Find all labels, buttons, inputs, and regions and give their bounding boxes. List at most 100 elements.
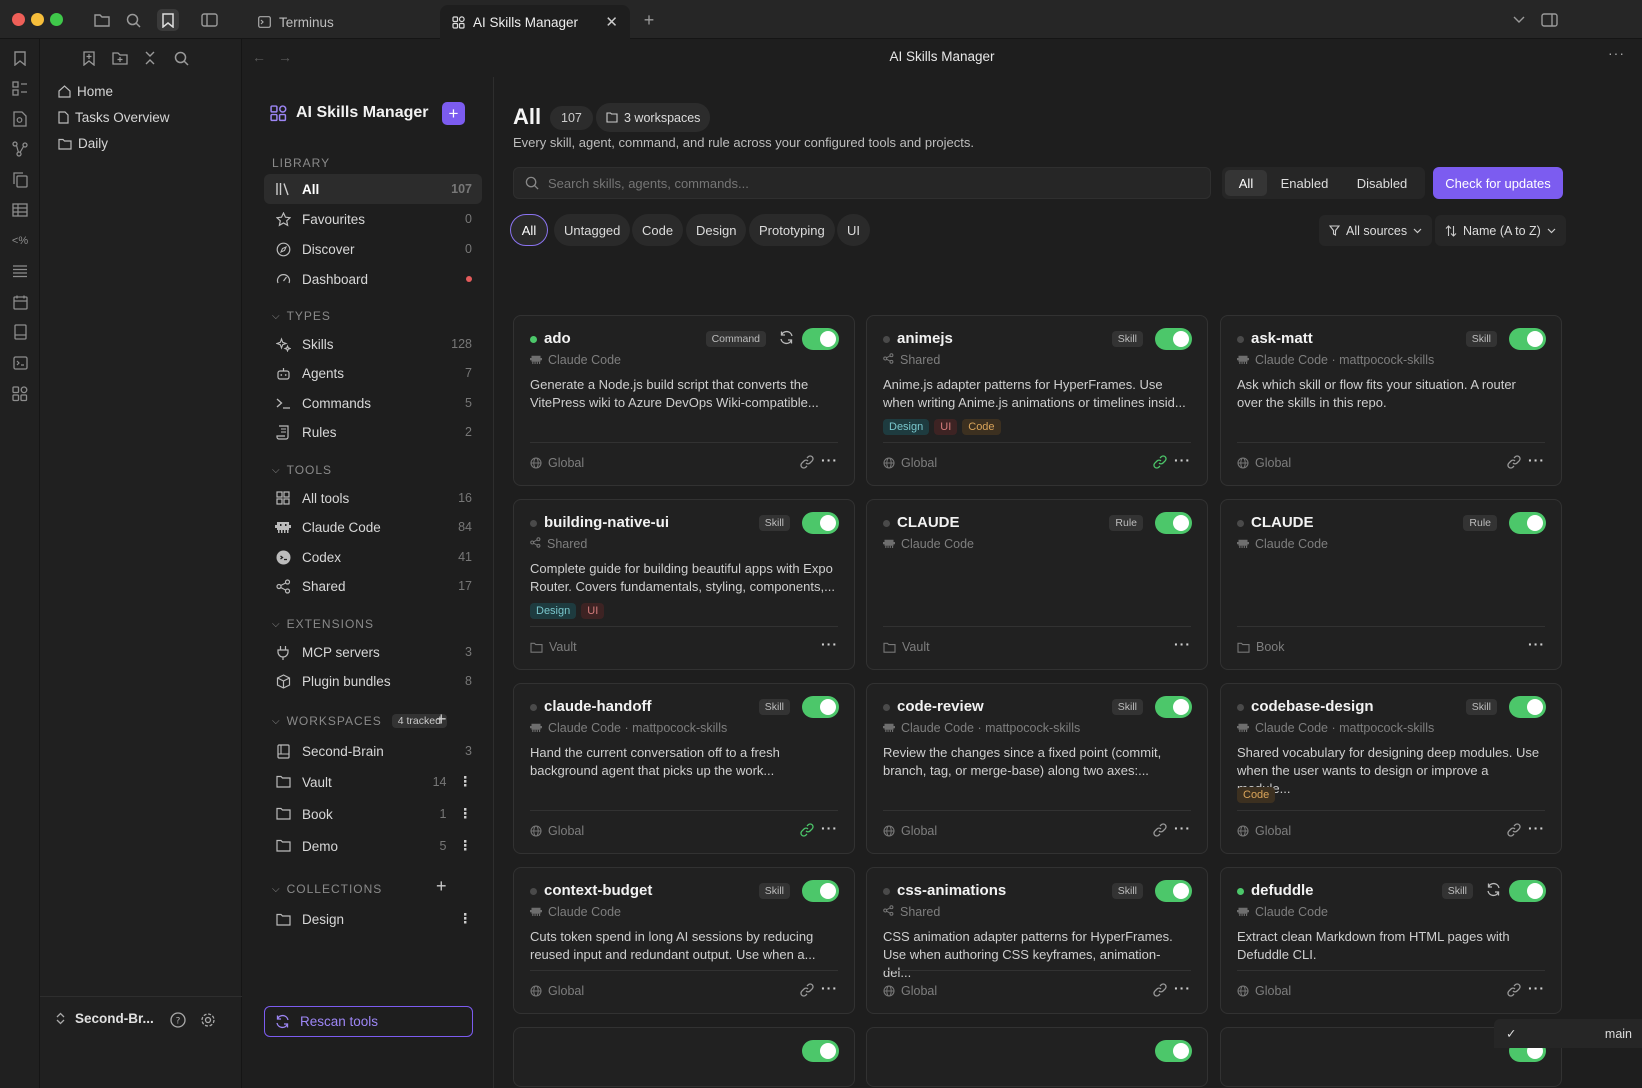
link-icon[interactable] bbox=[1153, 823, 1167, 840]
collapse-all-icon[interactable] bbox=[139, 47, 161, 69]
section-tools[interactable]: ⌵ TOOLS bbox=[272, 463, 332, 477]
new-folder-icon[interactable] bbox=[109, 47, 131, 69]
new-note-icon[interactable] bbox=[78, 47, 100, 69]
sidebar-item-dashboard[interactable]: Dashboard bbox=[264, 264, 482, 294]
skill-card[interactable]: context-budget Skill Claude Code Cuts to… bbox=[513, 867, 855, 1014]
enable-toggle[interactable] bbox=[802, 696, 839, 718]
skill-card[interactable]: animejs Skill Shared Anime.js adapter pa… bbox=[866, 315, 1208, 486]
tag-filter-untagged[interactable]: Untagged bbox=[554, 214, 631, 246]
search-input[interactable] bbox=[548, 175, 1168, 191]
section-collections[interactable]: ⌵ COLLECTIONS bbox=[272, 882, 382, 896]
sidebar-item-workspace-book[interactable]: Book 1 ⋮ bbox=[264, 799, 482, 829]
page-icon[interactable] bbox=[9, 321, 31, 343]
vault-switcher[interactable]: Second-Br... bbox=[56, 1011, 154, 1026]
tag-filter-prototyping[interactable]: Prototyping bbox=[749, 214, 835, 246]
sidebar-item-rules[interactable]: Rules 2 bbox=[264, 417, 482, 447]
chevron-down-icon[interactable] bbox=[1508, 9, 1530, 31]
sidebar-item-claude-code[interactable]: Claude Code 84 bbox=[264, 512, 482, 542]
enable-toggle[interactable] bbox=[1155, 328, 1192, 350]
bookmark-icon[interactable] bbox=[9, 47, 31, 69]
folder-item-daily[interactable]: Daily bbox=[58, 136, 108, 151]
more-options-icon[interactable]: ··· bbox=[1528, 636, 1545, 652]
add-collection-icon[interactable]: + bbox=[436, 876, 447, 897]
close-window-button[interactable] bbox=[12, 13, 25, 26]
link-icon[interactable] bbox=[1507, 455, 1521, 472]
link-icon[interactable] bbox=[1507, 983, 1521, 1000]
more-options-icon[interactable]: ··· bbox=[1528, 820, 1545, 836]
skill-card[interactable]: defuddle Skill Claude Code Extract clean… bbox=[1220, 867, 1562, 1014]
skill-card[interactable]: ask-matt Skill Claude Code · mattpocock-… bbox=[1220, 315, 1562, 486]
add-skill-button[interactable]: + bbox=[442, 102, 465, 125]
sync-check-icon[interactable]: ✓ bbox=[1506, 1026, 1516, 1041]
calendar-icon[interactable] bbox=[9, 291, 31, 313]
search-icon[interactable] bbox=[122, 9, 144, 31]
section-workspaces[interactable]: ⌵ WORKSPACES 4 tracked bbox=[272, 714, 447, 728]
kebab-menu-icon[interactable]: ⋮ bbox=[459, 838, 473, 854]
enable-toggle[interactable] bbox=[1509, 880, 1546, 902]
skill-card[interactable]: building-native-ui Skill Shared Complete… bbox=[513, 499, 855, 670]
right-sidebar-icon[interactable] bbox=[1538, 9, 1560, 31]
more-options-icon[interactable]: ··· bbox=[821, 636, 838, 652]
skill-card[interactable]: css-animations Skill Shared CSS animatio… bbox=[866, 867, 1208, 1014]
sidebar-item-commands[interactable]: Commands 5 bbox=[264, 388, 482, 418]
table-icon[interactable] bbox=[9, 199, 31, 221]
sync-icon[interactable] bbox=[779, 330, 794, 348]
enable-toggle[interactable] bbox=[802, 1040, 839, 1062]
sidebar-item-workspace-vault[interactable]: Vault 14 ⋮ bbox=[264, 767, 482, 797]
skill-card[interactable]: CLAUDE Rule Claude Code Vault ··· bbox=[866, 499, 1208, 670]
tab-ai-skills-manager[interactable]: AI Skills Manager ✕ bbox=[440, 5, 630, 39]
enable-toggle[interactable] bbox=[802, 512, 839, 534]
enable-toggle[interactable] bbox=[1155, 696, 1192, 718]
maximize-window-button[interactable] bbox=[50, 13, 63, 26]
more-options-icon[interactable]: ··· bbox=[1174, 820, 1191, 836]
sidebar-item-discover[interactable]: Discover 0 bbox=[264, 234, 482, 264]
skill-card-partial[interactable] bbox=[866, 1027, 1208, 1087]
percent-code-icon[interactable]: <% bbox=[9, 230, 31, 252]
status-filter-enabled[interactable]: Enabled bbox=[1267, 170, 1342, 196]
list-icon[interactable] bbox=[9, 260, 31, 282]
sidebar-item-collection-design[interactable]: Design ⋮ bbox=[264, 904, 482, 934]
more-options-icon[interactable]: ··· bbox=[821, 980, 838, 996]
sidebar-item-workspace-demo[interactable]: Demo 5 ⋮ bbox=[264, 831, 482, 861]
skill-card-partial[interactable] bbox=[513, 1027, 855, 1087]
new-tab-icon[interactable]: + bbox=[638, 9, 660, 31]
skill-card[interactable]: ado Command Claude Code Generate a Node.… bbox=[513, 315, 855, 486]
minimize-window-button[interactable] bbox=[31, 13, 44, 26]
check-for-updates-button[interactable]: Check for updates bbox=[1433, 167, 1563, 199]
sidebar-item-all-tools[interactable]: All tools 16 bbox=[264, 483, 482, 513]
status-filter-all[interactable]: All bbox=[1225, 170, 1267, 196]
workspaces-badge[interactable]: 3 workspaces bbox=[596, 103, 711, 132]
terminal-icon[interactable] bbox=[9, 352, 31, 374]
tag-filter-code[interactable]: Code bbox=[632, 214, 684, 246]
graph-icon[interactable] bbox=[9, 138, 31, 160]
bookmark-icon[interactable] bbox=[157, 9, 179, 31]
copy-icon[interactable] bbox=[9, 169, 31, 191]
skill-card[interactable]: claude-handoff Skill Claude Code · mattp… bbox=[513, 683, 855, 854]
more-options-icon[interactable]: ··· bbox=[821, 452, 838, 468]
enable-toggle[interactable] bbox=[1509, 512, 1546, 534]
file-item-tasks-overview[interactable]: Tasks Overview bbox=[58, 110, 170, 125]
sidebar-toggle-icon[interactable] bbox=[198, 9, 220, 31]
more-options-icon[interactable]: ··· bbox=[1608, 45, 1625, 61]
settings-gear-icon[interactable] bbox=[200, 1012, 216, 1031]
help-icon[interactable]: ? bbox=[170, 1012, 186, 1031]
enable-toggle[interactable] bbox=[1509, 696, 1546, 718]
status-filter-disabled[interactable]: Disabled bbox=[1342, 170, 1422, 196]
section-extensions[interactable]: ⌵ EXTENSIONS bbox=[272, 617, 374, 631]
more-options-icon[interactable]: ··· bbox=[1174, 636, 1191, 652]
search-icon[interactable] bbox=[170, 47, 192, 69]
git-branch[interactable]: main bbox=[1605, 1027, 1642, 1041]
search-box[interactable] bbox=[513, 167, 1211, 199]
enable-toggle[interactable] bbox=[1155, 880, 1192, 902]
enable-toggle[interactable] bbox=[1155, 1040, 1192, 1062]
tag-filter-ui[interactable]: UI bbox=[837, 214, 870, 246]
skill-card[interactable]: code-review Skill Claude Code · mattpoco… bbox=[866, 683, 1208, 854]
tag-filter-all[interactable]: All bbox=[510, 214, 548, 246]
more-options-icon[interactable]: ··· bbox=[1174, 980, 1191, 996]
skill-card[interactable]: codebase-design Skill Claude Code · matt… bbox=[1220, 683, 1562, 854]
link-icon[interactable] bbox=[1153, 983, 1167, 1000]
sidebar-item-workspace-second-brain[interactable]: Second-Brain 3 bbox=[264, 736, 482, 766]
more-options-icon[interactable]: ··· bbox=[1174, 452, 1191, 468]
sidebar-item-agents[interactable]: Agents 7 bbox=[264, 358, 482, 388]
sidebar-item-mcp-servers[interactable]: MCP servers 3 bbox=[264, 637, 482, 667]
